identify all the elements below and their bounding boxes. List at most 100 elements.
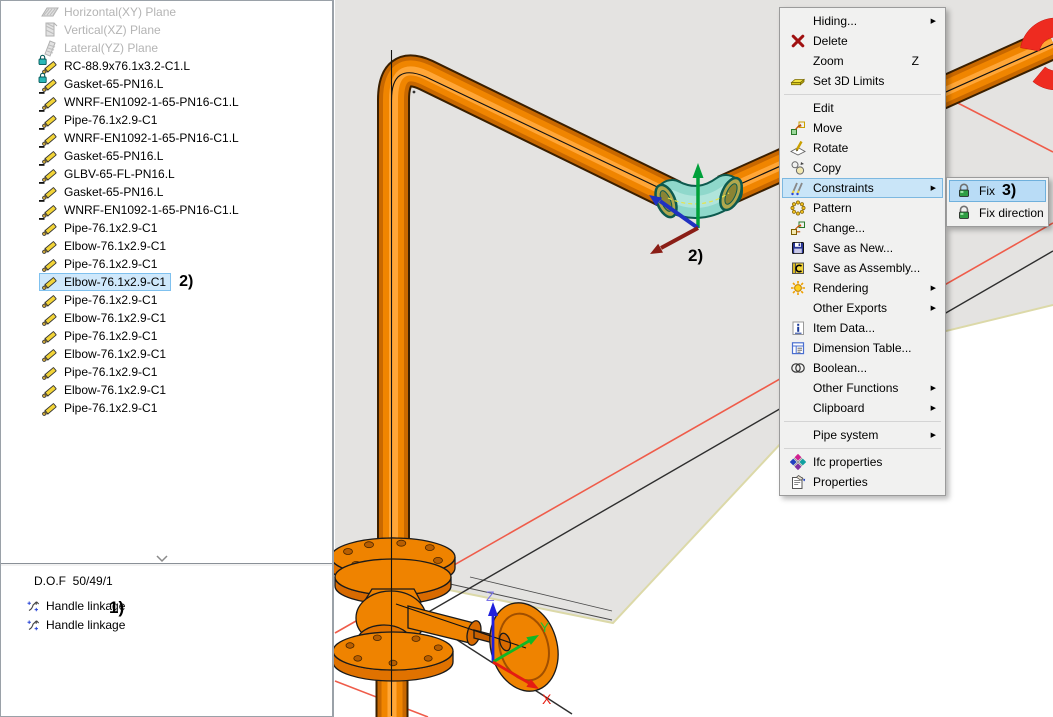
- handle-linkage-item-1[interactable]: Handle linkage: [26, 615, 332, 634]
- tree-item-1[interactable]: Vertical(XZ) Plane: [1, 21, 332, 39]
- dimension-table-icon: [788, 340, 808, 356]
- pencil-icon: [41, 309, 59, 327]
- menu-item-edit[interactable]: Edit: [782, 98, 943, 118]
- handle-linkage-icon: [26, 598, 41, 613]
- pencil-icon: [41, 327, 59, 345]
- menu-item-clipboard[interactable]: Clipboard▶: [782, 398, 943, 418]
- menu-item-label: Zoom: [813, 54, 844, 68]
- tree-item-13[interactable]: Elbow-76.1x2.9-C1: [1, 237, 332, 255]
- menu-item-pattern[interactable]: Pattern: [782, 198, 943, 218]
- menu-item-copy[interactable]: Copy: [782, 158, 943, 178]
- tree-item-0[interactable]: Horizontal(XY) Plane: [1, 3, 332, 21]
- tree-item-9[interactable]: GLBV-65-FL-PN16.L: [1, 165, 332, 183]
- properties-icon: [788, 474, 808, 490]
- tree-item-6[interactable]: Pipe-76.1x2.9-C1: [1, 111, 332, 129]
- tree-item-label: Pipe-76.1x2.9-C1: [64, 401, 157, 415]
- tree-item-4[interactable]: Gasket-65-PN16.L: [1, 75, 332, 93]
- pencil-icon: [41, 399, 59, 417]
- pattern-icon: [788, 200, 808, 216]
- x-axis-label: X: [542, 691, 552, 707]
- chevron-down-icon[interactable]: [153, 554, 171, 563]
- rotate-icon: [788, 140, 808, 156]
- dash-badge: [38, 162, 48, 174]
- tree-item-label: Elbow-76.1x2.9-C1: [64, 383, 166, 397]
- menu-item-delete[interactable]: Delete: [782, 31, 943, 51]
- dash-badge: [38, 216, 48, 228]
- boolean-icon: [788, 360, 808, 376]
- pencil-icon: [41, 273, 59, 291]
- tree-item-5[interactable]: WNRF-EN1092-1-65-PN16-C1.L: [1, 93, 332, 111]
- menu-item-other-functions[interactable]: Other Functions ▶: [782, 378, 943, 398]
- tree-item-label: Pipe-76.1x2.9-C1: [64, 113, 157, 127]
- menu-item-properties[interactable]: Properties: [782, 472, 943, 492]
- tree-item-2[interactable]: Lateral(YZ) Plane: [1, 39, 332, 57]
- menu-item-label: Item Data...: [813, 321, 875, 335]
- menu-item-ifc-properties[interactable]: Ifc properties: [782, 452, 943, 472]
- dash-badge: [38, 126, 48, 138]
- submenu-item-fix-direction[interactable]: Fix direction: [949, 202, 1046, 224]
- tree-item-21[interactable]: Elbow-76.1x2.9-C1: [1, 381, 332, 399]
- submenu-arrow-icon: ▶: [931, 404, 936, 412]
- tree-item-19[interactable]: Elbow-76.1x2.9-C1: [1, 345, 332, 363]
- save-assembly-icon: [788, 260, 808, 276]
- lock-icon: [954, 183, 974, 199]
- menu-item-label: Move: [813, 121, 842, 135]
- tree-item-3[interactable]: RC-88.9x76.1x3.2-C1.L: [1, 57, 332, 75]
- tree-item-16[interactable]: Pipe-76.1x2.9-C1: [1, 291, 332, 309]
- menu-item-pipe-system[interactable]: Pipe system▶: [782, 425, 943, 445]
- menu-item-label: Rendering: [813, 281, 868, 295]
- menu-item-label: Properties: [813, 475, 868, 489]
- submenu-item-fix[interactable]: Fix3): [949, 180, 1046, 202]
- tree-item-7[interactable]: WNRF-EN1092-1-65-PN16-C1.L: [1, 129, 332, 147]
- menu-item-change[interactable]: Change...: [782, 218, 943, 238]
- y-axis-label: Y: [540, 619, 550, 635]
- menu-item-constraints[interactable]: Constraints▶: [782, 178, 943, 198]
- dof-panel: D.O.F 50/49/1 Handle linkageHandle linka…: [1, 566, 332, 716]
- no-icon: [788, 427, 808, 443]
- menu-item-save-as-new[interactable]: Save as New...: [782, 238, 943, 258]
- tree-item-label: RC-88.9x76.1x3.2-C1.L: [64, 59, 190, 73]
- z-axis-arrow: [488, 602, 498, 616]
- tree-item-17[interactable]: Elbow-76.1x2.9-C1: [1, 309, 332, 327]
- menu-item-rotate[interactable]: Rotate: [782, 138, 943, 158]
- tree-item-18[interactable]: Pipe-76.1x2.9-C1: [1, 327, 332, 345]
- menu-item-hiding[interactable]: Hiding...▶: [782, 11, 943, 31]
- tree-item-22[interactable]: Pipe-76.1x2.9-C1: [1, 399, 332, 417]
- tree-item-15[interactable]: Elbow-76.1x2.9-C12): [1, 273, 332, 291]
- menu-item-dimension-table[interactable]: Dimension Table...: [782, 338, 943, 358]
- ifc-icon: [788, 454, 808, 470]
- submenu-arrow-icon: ▶: [931, 384, 936, 392]
- tree-item-14[interactable]: Pipe-76.1x2.9-C1: [1, 255, 332, 273]
- menu-item-item-data[interactable]: Item Data...: [782, 318, 943, 338]
- menu-item-boolean[interactable]: Boolean...: [782, 358, 943, 378]
- submenu-arrow-icon: ▶: [931, 304, 936, 312]
- menu-item-set-3d-limits[interactable]: Set 3D Limits: [782, 71, 943, 91]
- menu-item-other-exports[interactable]: Other Exports▶: [782, 298, 943, 318]
- tree-item-10[interactable]: Gasket-65-PN16.L: [1, 183, 332, 201]
- no-icon: [788, 13, 808, 29]
- menu-item-label: Save as Assembly...: [813, 261, 920, 275]
- tree-item-20[interactable]: Pipe-76.1x2.9-C1: [1, 363, 332, 381]
- submenu-arrow-icon: ▶: [931, 284, 936, 292]
- item-data-icon: [788, 320, 808, 336]
- tree-item-11[interactable]: WNRF-EN1092-1-65-PN16-C1.L: [1, 201, 332, 219]
- no-icon: [788, 400, 808, 416]
- tree-item-8[interactable]: Gasket-65-PN16.L: [1, 147, 332, 165]
- menu-item-move[interactable]: Move: [782, 118, 943, 138]
- menu-item-zoom[interactable]: Zoom Z: [782, 51, 943, 71]
- menu-item-label: Other Functions: [813, 381, 898, 395]
- tree-item-label: Pipe-76.1x2.9-C1: [64, 329, 157, 343]
- menu-shortcut: Z: [912, 54, 919, 68]
- menu-item-rendering[interactable]: Rendering ▶: [782, 278, 943, 298]
- constraints-submenu: Fix3) Fix direction: [946, 177, 1049, 227]
- handle-linkage-icon: [26, 617, 41, 632]
- menu-item-label: Change...: [813, 221, 865, 235]
- handle-linkage-item-0[interactable]: Handle linkage: [26, 596, 332, 615]
- dash-badge: [38, 108, 48, 120]
- submenu-item-label: Fix direction: [979, 206, 1044, 220]
- menu-item-label: Dimension Table...: [813, 341, 912, 355]
- menu-item-label: Delete: [813, 34, 848, 48]
- tree-item-12[interactable]: Pipe-76.1x2.9-C1: [1, 219, 332, 237]
- menu-item-save-as-assembly[interactable]: Save as Assembly...: [782, 258, 943, 278]
- submenu-arrow-icon: ▶: [931, 17, 936, 25]
